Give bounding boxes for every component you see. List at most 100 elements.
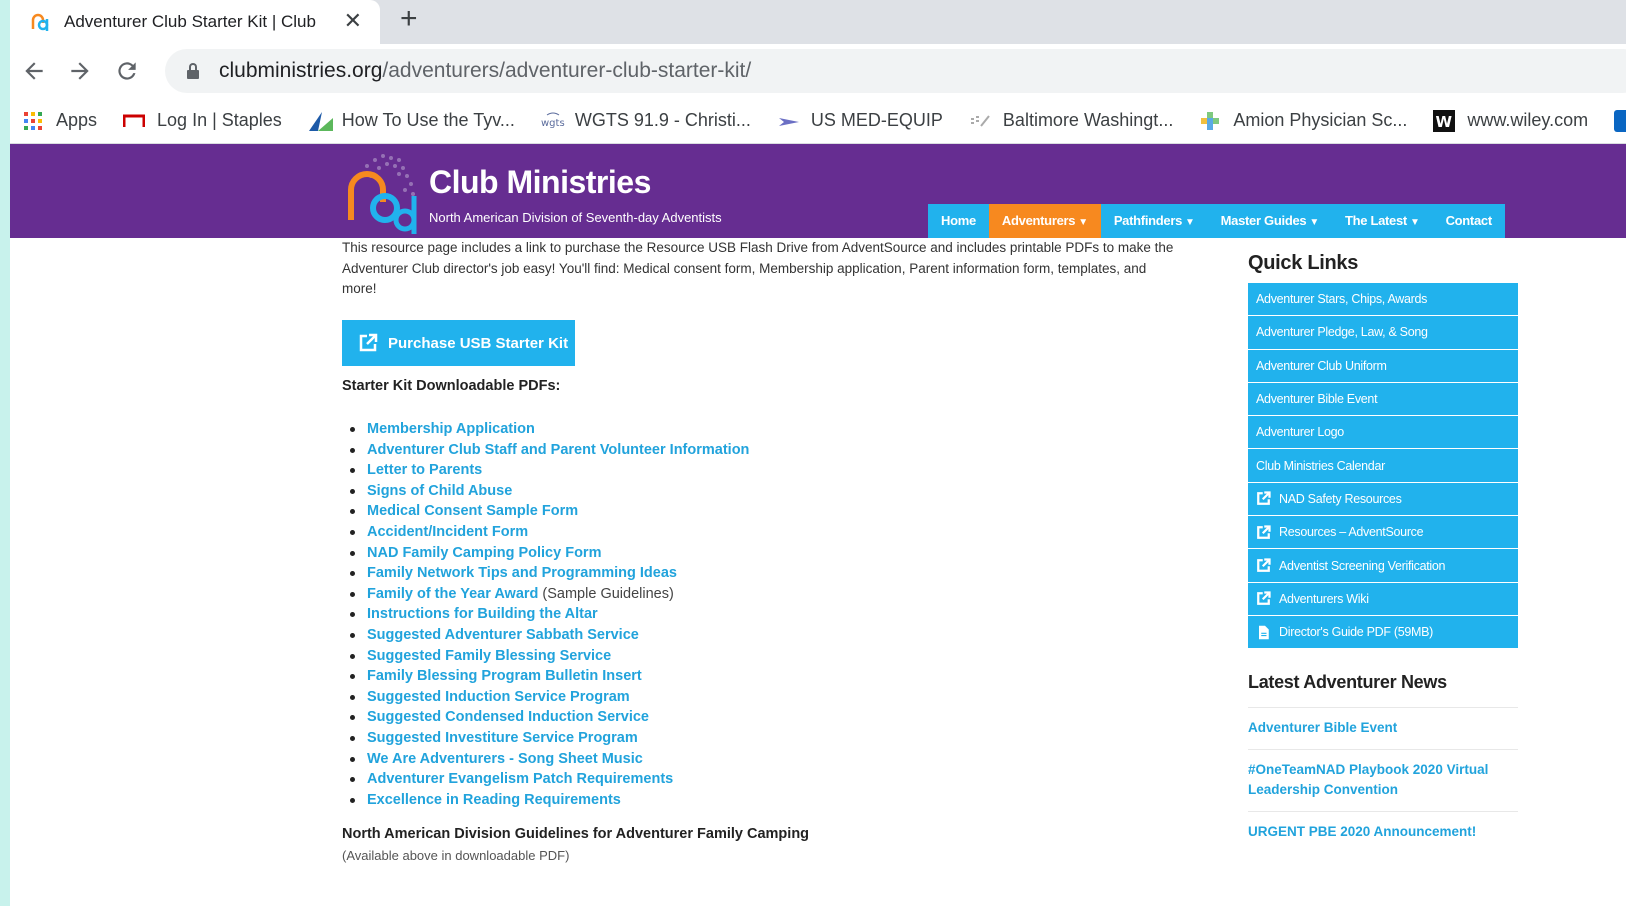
site-title[interactable]: Club Ministries <box>429 164 651 201</box>
nav-the-latest[interactable]: The Latest ▼ <box>1332 204 1433 238</box>
main-navigation: Home Adventurers ▼ Pathfinders ▼ Master Gu… <box>928 204 1505 238</box>
svg-text:W: W <box>1436 113 1453 131</box>
bookmark-staples[interactable]: Log In | Staples <box>122 110 282 132</box>
pdf-link[interactable]: Signs of Child Abuse <box>367 483 512 499</box>
pdf-list-item: Suggested Adventurer Sabbath Service <box>342 625 749 646</box>
pdf-link[interactable]: Medical Consent Sample Form <box>367 503 578 519</box>
purchase-usb-label: Purchase USB Starter Kit <box>388 334 569 352</box>
lock-icon[interactable] <box>187 63 199 79</box>
bookmark-label: Baltimore Washingt... <box>1002 110 1174 130</box>
quick-link-item[interactable]: Adventurer Bible Event <box>1248 382 1518 417</box>
pdf-link[interactable]: Suggested Induction Service Program <box>367 689 630 705</box>
quick-link-item[interactable]: Adventurer Stars, Chips, Awards <box>1248 283 1518 317</box>
apps-grid-icon <box>22 110 44 132</box>
new-tab-icon[interactable]: + <box>400 4 418 34</box>
bookmark-baltimore[interactable]: Baltimore Washingt... <box>969 110 1173 132</box>
bookmark-us-med-equip[interactable]: US MED-EQUIP <box>777 110 943 132</box>
bookmark-label: WGTS 91.9 - Christi... <box>574 110 751 130</box>
amion-icon <box>1199 110 1221 132</box>
quick-link-item[interactable]: Director's Guide PDF (59MB) <box>1248 615 1518 650</box>
quick-link-item[interactable]: NAD Safety Resources <box>1248 482 1518 517</box>
intro-paragraph: This resource page includes a link to pu… <box>342 240 1174 296</box>
plane-icon <box>777 110 799 132</box>
main-content: This resource page includes a link to pu… <box>342 238 1182 863</box>
guidelines-heading: North American Division Guidelines for A… <box>342 826 810 842</box>
pdfs-heading: Starter Kit Downloadable PDFs: <box>342 378 561 394</box>
pdf-link[interactable]: Letter to Parents <box>367 462 482 478</box>
news-heading: Latest Adventurer News <box>1248 672 1447 692</box>
bookmark-overflow[interactable] <box>1614 109 1626 132</box>
staples-icon <box>122 110 146 132</box>
nav-adventurers[interactable]: Adventurers ▼ <box>988 204 1101 238</box>
reload-icon[interactable] <box>111 55 143 87</box>
quick-link-item[interactable]: Adventurers Wiki <box>1248 582 1518 616</box>
tab-strip: Adventurer Club Starter Kit | Club ✕ + <box>10 0 1626 44</box>
external-link-icon <box>1256 491 1271 506</box>
bookmark-label: US MED-EQUIP <box>810 110 943 130</box>
external-link-icon <box>1256 591 1271 606</box>
pdf-list-item: Suggested Investiture Service Program <box>342 728 749 749</box>
pdf-link[interactable]: We Are Adventurers - Song Sheet Music <box>367 751 643 767</box>
pdf-link[interactable]: Family Blessing Program Bulletin Insert <box>367 668 642 684</box>
quick-links-heading: Quick Links <box>1248 252 1359 274</box>
nav-home[interactable]: Home <box>928 204 989 238</box>
pdf-link[interactable]: Instructions for Building the Altar <box>367 606 598 622</box>
pdf-list-item: Suggested Family Blessing Service <box>342 646 749 667</box>
pdf-link[interactable]: Suggested Investiture Service Program <box>367 730 638 746</box>
quick-link-label: Resources – AdventSource <box>1279 525 1424 540</box>
pdf-list-item: We Are Adventurers - Song Sheet Music <box>342 749 749 770</box>
pdf-link[interactable]: Suggested Family Blessing Service <box>367 648 611 664</box>
pdf-link[interactable]: Suggested Adventurer Sabbath Service <box>367 627 639 643</box>
pdf-list-item: Family Network Tips and Programming Idea… <box>342 563 749 584</box>
pdf-link[interactable]: Excellence in Reading Requirements <box>367 792 621 808</box>
news-link[interactable]: URGENT PBE 2020 Announcement! <box>1248 810 1518 853</box>
bookmark-wgts[interactable]: wgts WGTS 91.9 - Christi... <box>541 110 751 132</box>
browser-tab-active[interactable]: Adventurer Club Starter Kit | Club ✕ <box>10 0 380 44</box>
pdf-list-item: Medical Consent Sample Form <box>342 501 749 522</box>
site-header: Club Ministries North American Division … <box>10 144 1626 238</box>
bookmark-label: How To Use the Tyv... <box>341 110 515 130</box>
quick-link-item[interactable]: Resources – AdventSource <box>1248 516 1518 550</box>
nav-pathfinders[interactable]: Pathfinders ▼ <box>1101 204 1208 238</box>
pdf-link[interactable]: Membership Application <box>367 421 535 437</box>
bookmark-amion[interactable]: Amion Physician Sc... <box>1199 110 1407 132</box>
quick-link-label: NAD Safety Resources <box>1279 491 1402 506</box>
close-tab-icon[interactable]: ✕ <box>344 8 362 34</box>
bookmark-apps[interactable]: Apps <box>22 110 97 132</box>
purchase-usb-button[interactable]: Purchase USB Starter Kit <box>342 320 575 366</box>
quick-link-label: Adventurer Stars, Chips, Awards <box>1256 292 1428 307</box>
quick-link-item[interactable]: Adventist Screening Verification <box>1248 549 1518 583</box>
quick-link-item[interactable]: Adventurer Club Uniform <box>1248 349 1518 383</box>
news-link[interactable]: #OneTeamNAD Playbook 2020 Virtual Leader… <box>1248 748 1518 811</box>
wiley-icon: W <box>1433 109 1456 132</box>
nav-contact[interactable]: Contact <box>1433 204 1505 238</box>
pdf-list-item: Instructions for Building the Altar <box>342 604 749 625</box>
back-arrow-icon[interactable] <box>18 55 50 87</box>
chevron-down-icon: ▼ <box>1185 217 1195 228</box>
pdf-link[interactable]: Family of the Year Award <box>367 586 538 602</box>
pdf-link[interactable]: Accident/Incident Form <box>367 524 528 540</box>
quick-link-item[interactable]: Adventurer Pledge, Law, & Song <box>1248 316 1518 350</box>
pdf-link[interactable]: Family Network Tips and Programming Idea… <box>367 565 677 581</box>
pdf-list-item: Suggested Condensed Induction Service <box>342 707 749 728</box>
forward-arrow-icon[interactable] <box>64 55 96 87</box>
pdf-link[interactable]: Adventurer Evangelism Patch Requirements <box>367 771 673 787</box>
pdf-list-item: Accident/Incident Form <box>342 522 749 543</box>
pdf-list-item: NAD Family Camping Policy Form <box>342 543 749 564</box>
news-link[interactable]: Adventurer Bible Event <box>1248 707 1518 749</box>
nad-logo-icon[interactable] <box>343 150 423 236</box>
tab-title: Adventurer Club Starter Kit | Club <box>64 12 316 31</box>
bookmark-wiley[interactable]: W www.wiley.com <box>1433 109 1589 132</box>
quick-link-label: Adventurer Club Uniform <box>1256 358 1387 373</box>
address-bar[interactable]: clubministries.org/adventurers/adventure… <box>165 49 1626 93</box>
quick-link-item[interactable]: Club Ministries Calendar <box>1248 449 1518 483</box>
bookmark-tyvek[interactable]: How To Use the Tyv... <box>308 110 515 132</box>
quick-link-item[interactable]: Adventurer Logo <box>1248 416 1518 450</box>
pdf-list-item: Letter to Parents <box>342 460 749 481</box>
pdf-list-item: Membership Application <box>342 419 749 440</box>
nav-master-guides[interactable]: Master Guides ▼ <box>1208 204 1332 238</box>
bookmark-label: www.wiley.com <box>1467 110 1589 130</box>
pdf-link[interactable]: Adventurer Club Staff and Parent Volunte… <box>367 442 749 458</box>
pdf-link[interactable]: NAD Family Camping Policy Form <box>367 545 601 561</box>
pdf-link[interactable]: Suggested Condensed Induction Service <box>367 709 649 725</box>
